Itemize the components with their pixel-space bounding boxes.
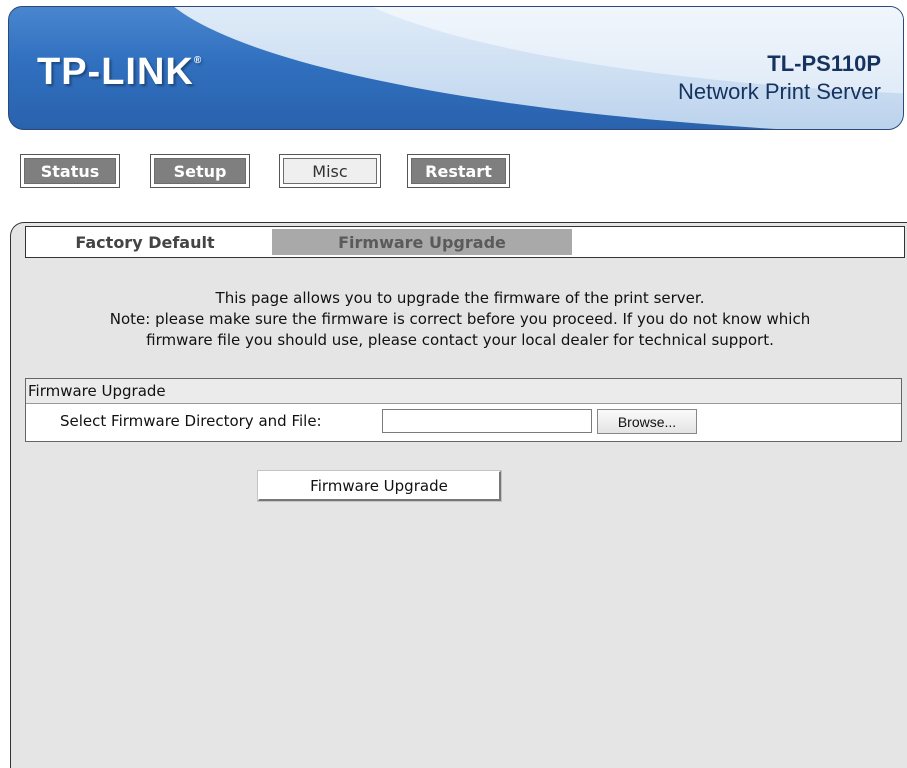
nav-status-label: Status <box>24 158 116 184</box>
nav-restart-label: Restart <box>411 158 506 184</box>
nav-restart-button[interactable]: Restart <box>407 154 510 188</box>
tp-link-logo: TP-LINK® <box>37 51 203 93</box>
nav-setup-label: Setup <box>154 158 246 184</box>
firmware-upgrade-button[interactable]: Firmware Upgrade <box>257 470 502 502</box>
browse-button[interactable]: Browse... <box>597 409 697 434</box>
section-title: Firmware Upgrade <box>26 379 901 404</box>
nav-misc-label: Misc <box>283 158 377 184</box>
nav-setup-button[interactable]: Setup <box>150 154 250 188</box>
page-description: This page allows you to upgrade the firm… <box>20 288 900 351</box>
file-select-row: Select Firmware Directory and File: Brow… <box>26 404 901 442</box>
firmware-upgrade-section: Firmware Upgrade Select Firmware Directo… <box>25 378 902 442</box>
sub-tab-bar: Factory Default Firmware Upgrade <box>25 226 905 258</box>
description-line-3: firmware file you should use, please con… <box>146 331 774 349</box>
header-banner: TP-LINK® TL-PS110P Network Print Server <box>8 6 904 130</box>
product-name: Network Print Server <box>678 79 881 104</box>
description-line-1: This page allows you to upgrade the firm… <box>215 289 705 307</box>
tab-firmware-upgrade[interactable]: Firmware Upgrade <box>272 229 572 255</box>
nav-status-button[interactable]: Status <box>20 154 120 188</box>
model-name: TL-PS110P <box>767 51 881 76</box>
nav-misc-button[interactable]: Misc <box>279 154 381 188</box>
firmware-file-input[interactable] <box>382 409 592 433</box>
file-select-label: Select Firmware Directory and File: <box>60 412 322 430</box>
tab-factory-default[interactable]: Factory Default <box>40 229 250 255</box>
description-line-2: Note: please make sure the firmware is c… <box>109 310 811 328</box>
registered-mark: ® <box>193 55 203 66</box>
